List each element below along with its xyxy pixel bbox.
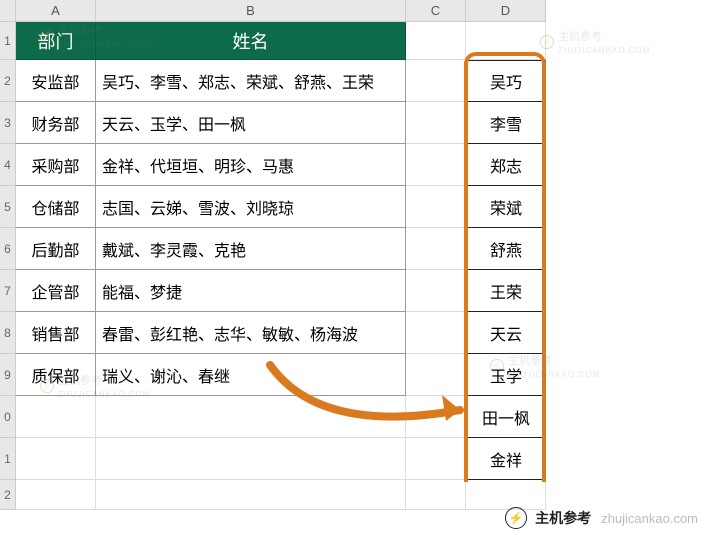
cell-D9[interactable]: 玉学: [466, 354, 546, 396]
cell-C12[interactable]: [406, 480, 466, 510]
cell-dept[interactable]: 企管部: [16, 270, 96, 312]
col-header-C[interactable]: C: [406, 0, 466, 22]
cell-dept[interactable]: 安监部: [16, 60, 96, 102]
row-header-9[interactable]: 9: [0, 354, 16, 396]
cell-B10[interactable]: [96, 396, 406, 438]
cell-D5[interactable]: 荣斌: [466, 186, 546, 228]
cell-C9[interactable]: [406, 354, 466, 396]
cell-names[interactable]: 能福、梦捷: [96, 270, 406, 312]
cell-names[interactable]: 戴斌、李灵霞、克艳: [96, 228, 406, 270]
highlight-d-left: [464, 62, 468, 482]
cell-C11[interactable]: [406, 438, 466, 480]
cell-names[interactable]: 金祥、代垣垣、明珍、马惠: [96, 144, 406, 186]
row-header-11[interactable]: 1: [0, 438, 16, 480]
cell-C10[interactable]: [406, 396, 466, 438]
cell-dept[interactable]: 后勤部: [16, 228, 96, 270]
col-header-B[interactable]: B: [96, 0, 406, 22]
cell-dept[interactable]: 财务部: [16, 102, 96, 144]
row-header-4[interactable]: 4: [0, 144, 16, 186]
row-header-2[interactable]: 2: [0, 60, 16, 102]
header-dept[interactable]: 部门: [16, 22, 96, 60]
footer-brand: ⚡ 主机参考 zhujicankao.com: [505, 507, 698, 529]
cell-C4[interactable]: [406, 144, 466, 186]
row-header-1[interactable]: 1: [0, 22, 16, 60]
cell-B12[interactable]: [96, 480, 406, 510]
cell-A10[interactable]: [16, 396, 96, 438]
col-header-A[interactable]: A: [16, 0, 96, 22]
row-header-8[interactable]: 8: [0, 312, 16, 354]
cell-B11[interactable]: [96, 438, 406, 480]
cell-A12[interactable]: [16, 480, 96, 510]
cell-D3[interactable]: 李雪: [466, 102, 546, 144]
highlight-d-top: [464, 52, 546, 64]
cell-dept[interactable]: 质保部: [16, 354, 96, 396]
cell-D4[interactable]: 郑志: [466, 144, 546, 186]
spreadsheet-grid: A B C D 1 部门 姓名 2 安监部 吴巧、李雪、郑志、荣斌、舒燕、王荣 …: [0, 0, 722, 510]
cell-names[interactable]: 天云、玉学、田一枫: [96, 102, 406, 144]
cell-D10[interactable]: 田一枫: [466, 396, 546, 438]
cell-dept[interactable]: 仓储部: [16, 186, 96, 228]
cell-D11[interactable]: 金祥: [466, 438, 546, 480]
row-header-6[interactable]: 6: [0, 228, 16, 270]
cell-dept[interactable]: 采购部: [16, 144, 96, 186]
row-header-10[interactable]: 0: [0, 396, 16, 438]
row-header-3[interactable]: 3: [0, 102, 16, 144]
bolt-icon: ⚡: [505, 507, 527, 529]
cell-C8[interactable]: [406, 312, 466, 354]
cell-C7[interactable]: [406, 270, 466, 312]
row-header-12[interactable]: 2: [0, 480, 16, 510]
cell-C5[interactable]: [406, 186, 466, 228]
highlight-d-right: [542, 62, 546, 482]
row-header-5[interactable]: 5: [0, 186, 16, 228]
cell-D8[interactable]: 天云: [466, 312, 546, 354]
cell-names[interactable]: 瑞义、谢沁、春继: [96, 354, 406, 396]
cell-D6[interactable]: 舒燕: [466, 228, 546, 270]
cell-dept[interactable]: 销售部: [16, 312, 96, 354]
row-header-7[interactable]: 7: [0, 270, 16, 312]
cell-C2[interactable]: [406, 60, 466, 102]
cell-C1[interactable]: [406, 22, 466, 60]
header-name[interactable]: 姓名: [96, 22, 406, 60]
cell-D2[interactable]: 吴巧: [466, 60, 546, 102]
select-all-corner[interactable]: [0, 0, 16, 22]
cell-D12[interactable]: [466, 480, 546, 510]
cell-A11[interactable]: [16, 438, 96, 480]
cell-C3[interactable]: [406, 102, 466, 144]
footer-domain: zhujicankao.com: [601, 511, 698, 526]
cell-C6[interactable]: [406, 228, 466, 270]
cell-names[interactable]: 春雷、彭红艳、志华、敏敏、杨海波: [96, 312, 406, 354]
cell-names[interactable]: 志国、云娣、雪波、刘晓琼: [96, 186, 406, 228]
cell-names[interactable]: 吴巧、李雪、郑志、荣斌、舒燕、王荣: [96, 60, 406, 102]
footer-brand-text: 主机参考: [535, 508, 591, 528]
cell-D7[interactable]: 王荣: [466, 270, 546, 312]
col-header-D[interactable]: D: [466, 0, 546, 22]
